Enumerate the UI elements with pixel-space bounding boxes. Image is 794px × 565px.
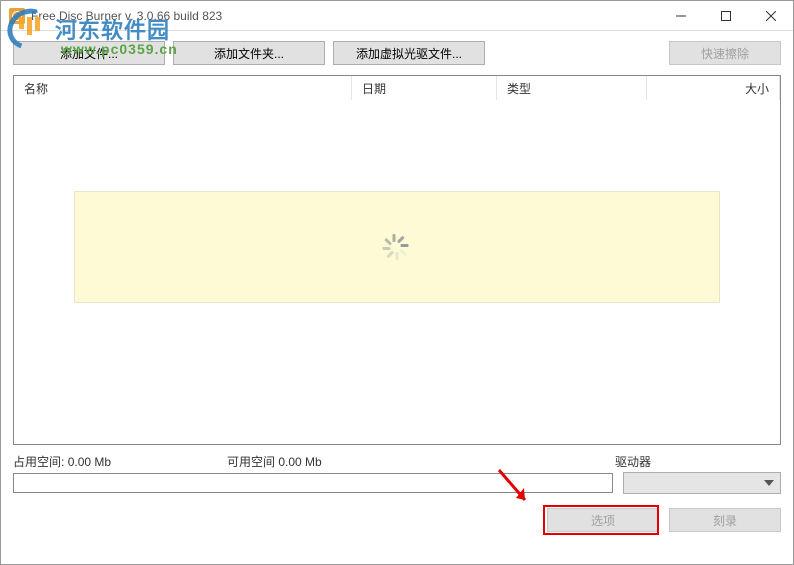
add-folder-button[interactable]: 添加文件夹... [173,41,325,65]
quick-erase-button[interactable]: 快速擦除 [669,41,781,65]
space-progress-bar [13,473,613,493]
column-name[interactable]: 名称 [14,76,352,100]
window-title: Free Disc Burner v. 3.0.66 build 823 [31,9,222,23]
column-date[interactable]: 日期 [352,76,497,100]
maximize-button[interactable] [703,1,748,31]
loading-overlay [74,191,720,303]
options-button[interactable]: 选项 [547,508,659,532]
drive-label: 驱动器 [615,453,781,470]
app-icon [9,8,25,24]
burn-button[interactable]: 刻录 [669,508,781,532]
chevron-down-icon [764,480,774,486]
window-controls [658,1,793,31]
minimize-button[interactable] [658,1,703,31]
space-info-row: 占用空间: 0.00 Mb 可用空间 0.00 Mb 驱动器 [13,453,781,470]
watermark-url: www.pc0359.cn [61,41,178,57]
drive-select[interactable] [623,472,781,494]
used-space-label: 占用空间: 0.00 Mb [13,453,227,470]
loading-spinner-icon [382,232,412,262]
close-button[interactable] [748,1,793,31]
column-type[interactable]: 类型 [497,76,647,100]
add-virtual-drive-button[interactable]: 添加虚拟光驱文件... [333,41,485,65]
file-list[interactable]: 名称 日期 类型 大小 [13,75,781,445]
column-size[interactable]: 大小 [647,76,780,100]
titlebar: Free Disc Burner v. 3.0.66 build 823 [1,1,793,31]
action-row: 选项 刻录 [1,494,793,542]
free-space-label: 可用空间 0.00 Mb [227,453,615,470]
list-header: 名称 日期 类型 大小 [14,76,780,100]
